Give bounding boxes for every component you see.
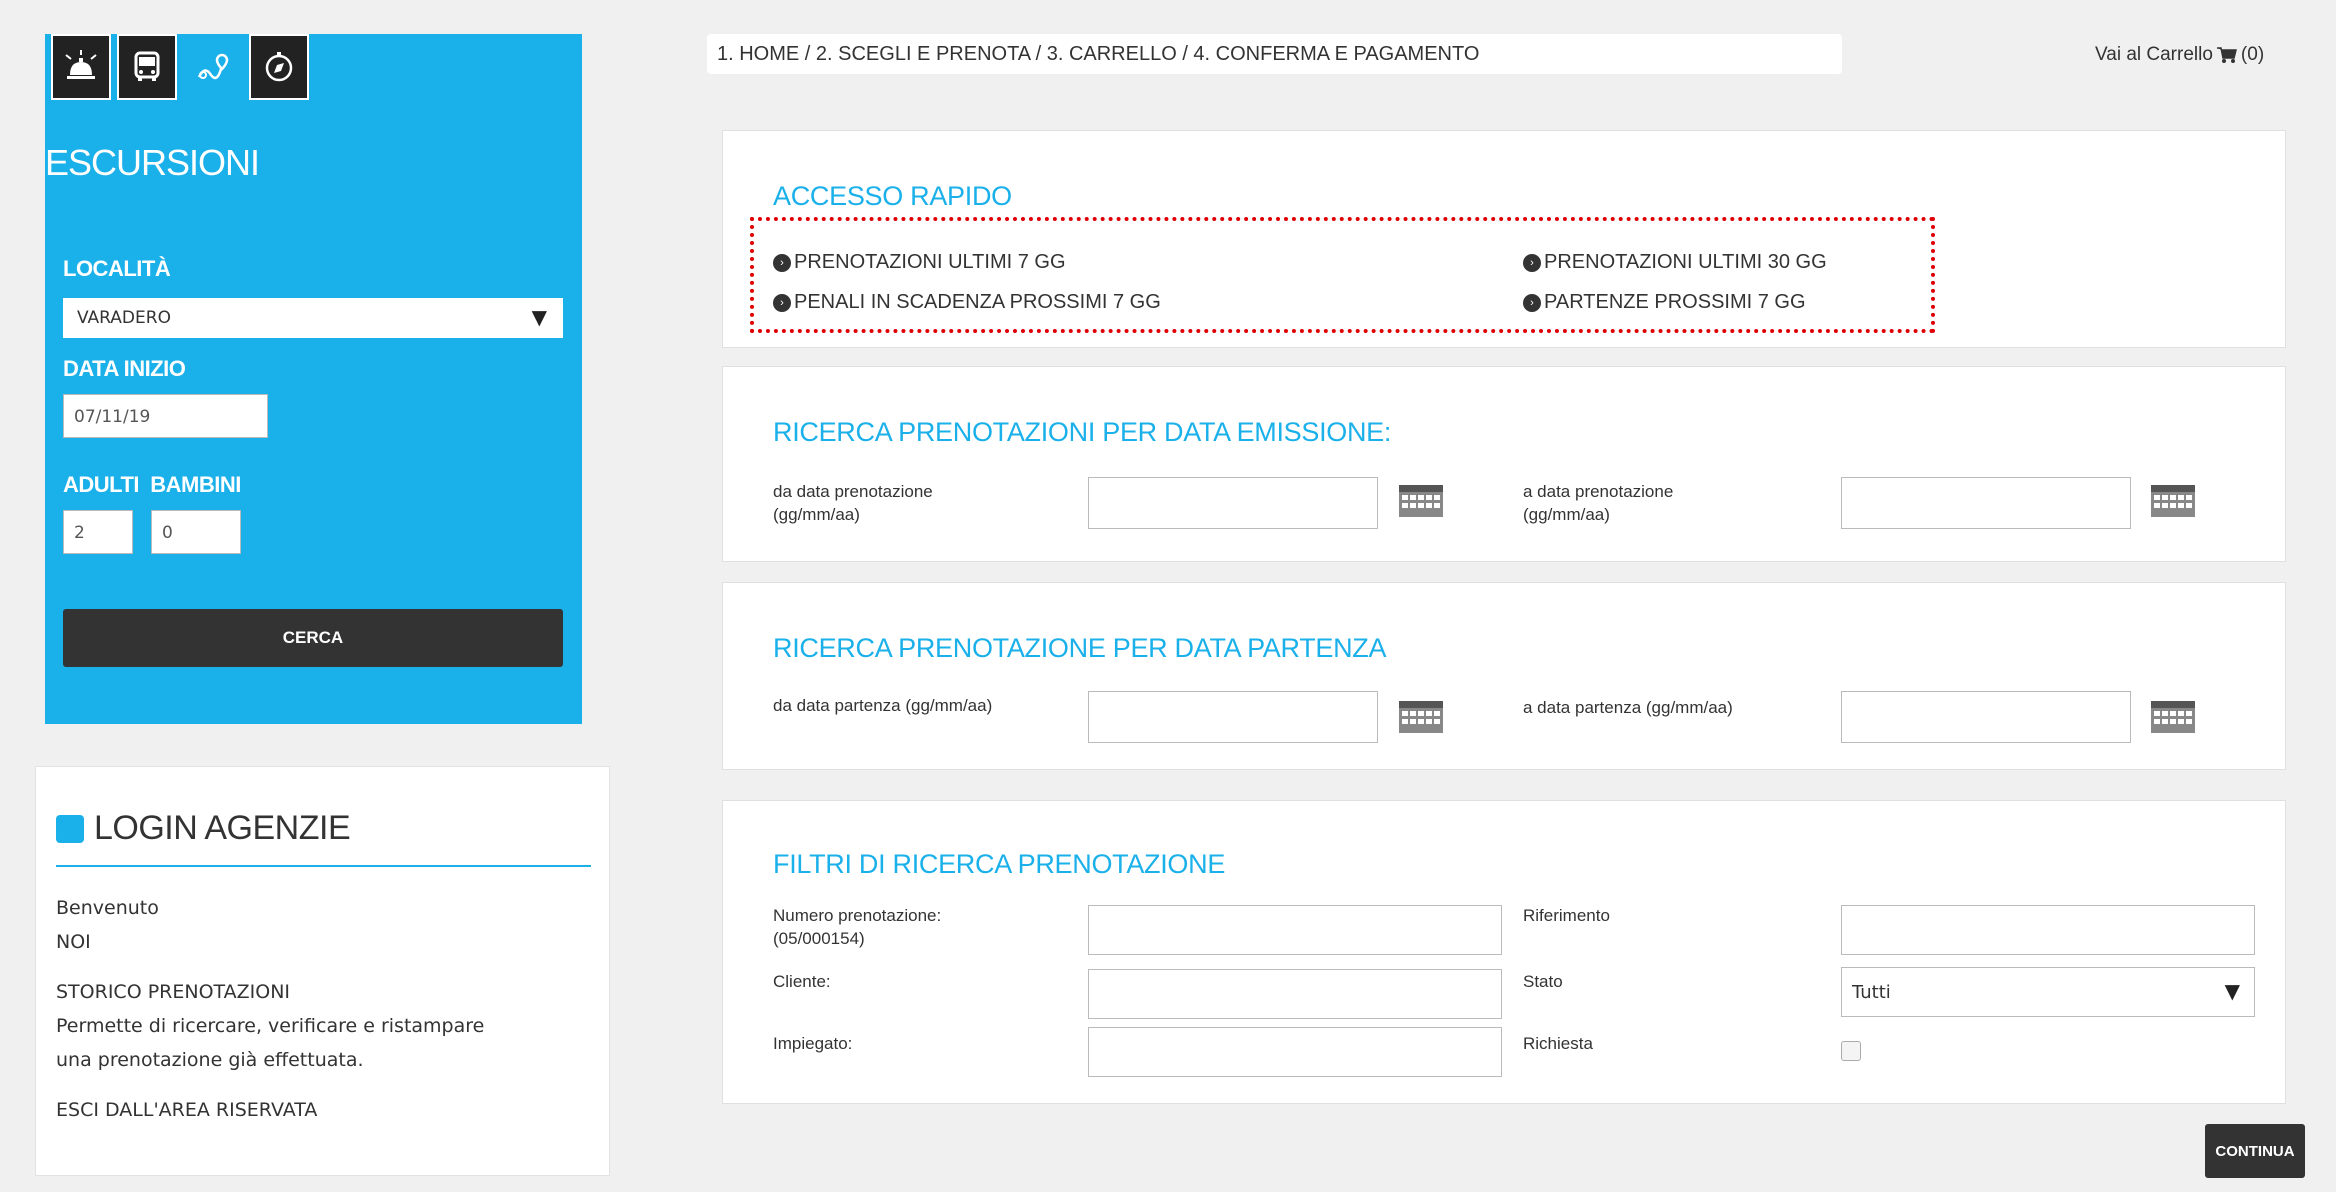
start-date-label: DATA INIZIO [63,356,186,381]
to-booking-date-label-line-2: (gg/mm/aa) [1523,504,1610,524]
quick-access-card: ACCESSO RAPIDO › PRENOTAZIONI ULTIMI 7 G… [722,130,2286,348]
start-date-input[interactable]: 07/11/19 [63,394,268,438]
compass-icon [265,52,293,82]
panel-title: ESCURSIONI [45,142,260,183]
to-booking-date-label: a data prenotazione (gg/mm/aa) [1523,481,1673,527]
adults-value: 2 [74,523,85,543]
children-value: 0 [162,523,173,543]
quick-link-label: PARTENZE PROSSIMI 7 GG [1544,291,1806,313]
cart-link[interactable]: Vai al Carrello (0) [2095,44,2264,66]
search-panel: ESCURSIONI LOCALITÀ VARADERO ▼ DATA INIZ… [45,34,582,724]
status-value: Tutti [1852,982,1891,1003]
status-select[interactable]: Tutti ▼ [1841,967,2255,1017]
breadcrumb[interactable]: 1. HOME / 2. SCEGLI E PRENOTA / 3. CARRE… [707,34,1842,74]
client-input[interactable] [1088,969,1502,1019]
to-booking-date-label-line-1: a data prenotazione [1523,482,1674,501]
history-description-line-2: una prenotazione già effettuata. [56,1049,364,1071]
dropdown-arrow-icon: ▼ [2224,979,2240,1003]
status-label: Stato [1523,972,1563,991]
location-label: LOCALITÀ [63,256,171,281]
history-link[interactable]: STORICO PRENOTAZIONI [56,981,290,1003]
pax-label: ADULTI BAMBINI [63,472,241,497]
quick-link-departures-7-days[interactable]: › PARTENZE PROSSIMI 7 GG [1523,291,1806,314]
issue-date-title: RICERCA PRENOTAZIONI PER DATA EMISSIONE: [773,417,1392,447]
continue-button[interactable]: CONTINUA [2205,1124,2305,1178]
chevron-circle-right-icon: › [1523,253,1541,272]
calendar-icon[interactable] [2151,701,2195,733]
quick-link-bookings-7-days[interactable]: › PRENOTAZIONI ULTIMI 7 GG [773,251,1066,274]
to-departure-date-input[interactable] [1841,691,2131,743]
logout-link[interactable]: ESCI DALL'AREA RISERVATA [56,1099,317,1121]
quick-link-label: PENALI IN SCADENZA PROSSIMI 7 GG [794,291,1161,313]
booking-number-input[interactable] [1088,905,1502,955]
tab-tours[interactable] [249,34,309,100]
employee-input[interactable] [1088,1027,1502,1077]
quick-access-highlight [750,217,1935,333]
booking-number-label: Numero prenotazione: (05/000154) [773,905,941,951]
cart-count: (0) [2240,44,2265,65]
login-divider [56,865,591,867]
welcome-text: Benvenuto [56,897,159,919]
request-label: Richiesta [1523,1034,1593,1053]
location-value: VARADERO [77,308,171,328]
to-departure-date-label: a data partenza (gg/mm/aa) [1523,698,1733,717]
request-checkbox[interactable] [1841,1041,1861,1061]
calendar-icon[interactable] [2151,485,2195,517]
departure-date-search-card: RICERCA PRENOTAZIONE PER DATA PARTENZA d… [722,582,2286,770]
calendar-icon[interactable] [1399,701,1443,733]
start-date-value: 07/11/19 [74,407,151,427]
from-booking-date-input[interactable] [1088,477,1378,529]
booking-filters-card: FILTRI DI RICERCA PRENOTAZIONE Numero pr… [722,800,2286,1104]
to-booking-date-input[interactable] [1841,477,2131,529]
concierge-bell-icon [65,50,97,79]
tab-transfers[interactable] [117,34,177,100]
booking-number-label-line-2: (05/000154) [773,928,865,948]
bus-icon [134,51,160,81]
agency-login-box: LOGIN AGENZIE Benvenuto NOI STORICO PREN… [35,766,610,1176]
client-label: Cliente: [773,972,831,991]
quick-link-label: PRENOTAZIONI ULTIMI 30 GG [1544,251,1827,273]
history-description-line-1: Permette di ricercare, verificare e rist… [56,1015,485,1037]
search-button[interactable]: CERCA [63,609,563,667]
adults-input[interactable]: 2 [63,510,133,554]
user-name: NOI [56,931,91,953]
location-select[interactable]: VARADERO ▼ [63,298,563,338]
from-departure-date-input[interactable] [1088,691,1378,743]
issue-date-search-card: RICERCA PRENOTAZIONI PER DATA EMISSIONE:… [722,366,2286,562]
from-booking-date-label: da data prenotazione (gg/mm/aa) [773,481,933,527]
chevron-circle-right-icon: › [1523,293,1541,312]
tab-excursions[interactable] [183,34,243,100]
login-title: LOGIN AGENZIE [94,809,351,847]
from-departure-date-label: da data partenza (gg/mm/aa) [773,696,993,715]
dropdown-arrow-icon: ▼ [531,305,547,329]
reference-input[interactable] [1841,905,2255,955]
calendar-icon[interactable] [1399,485,1443,517]
chevron-circle-right-icon: › [773,293,791,312]
quick-link-bookings-30-days[interactable]: › PRENOTAZIONI ULTIMI 30 GG [1523,251,1827,274]
from-booking-date-label-line-1: da data prenotazione [773,482,933,501]
cart-icon [2216,47,2237,63]
children-input[interactable]: 0 [151,510,241,554]
booking-number-label-line-1: Numero prenotazione: [773,906,942,925]
product-tabs [51,34,315,100]
reference-label: Riferimento [1523,906,1610,925]
from-booking-date-label-line-2: (gg/mm/aa) [773,504,860,524]
quick-link-label: PRENOTAZIONI ULTIMI 7 GG [794,251,1066,273]
cart-label: Vai al Carrello [2095,44,2213,65]
quick-access-title: ACCESSO RAPIDO [773,181,1012,211]
departure-date-title: RICERCA PRENOTAZIONE PER DATA PARTENZA [773,633,1387,663]
login-header: LOGIN AGENZIE [56,809,351,848]
filters-title: FILTRI DI RICERCA PRENOTAZIONE [773,849,1226,879]
map-route-icon [197,53,229,80]
employee-label: Impiegato: [773,1034,853,1053]
square-bullet-icon [56,814,84,843]
quick-link-penalties-7-days[interactable]: › PENALI IN SCADENZA PROSSIMI 7 GG [773,291,1161,314]
chevron-circle-right-icon: › [773,253,791,272]
tab-hotels[interactable] [51,34,111,100]
